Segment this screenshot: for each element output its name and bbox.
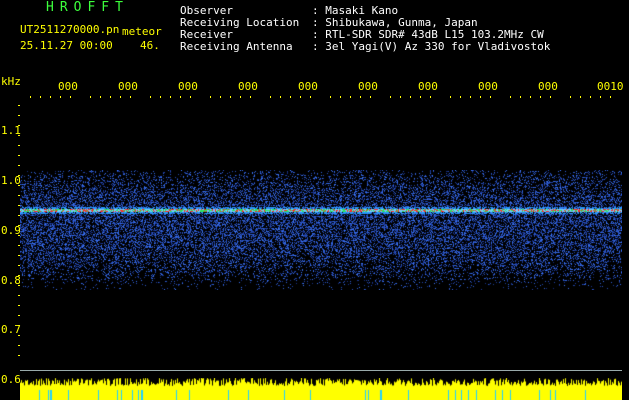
x-tick-label: 000 — [298, 80, 318, 93]
tick-mark — [340, 96, 341, 98]
x-tick-label: 000 — [58, 80, 78, 93]
tick-mark — [510, 96, 511, 98]
tick-mark — [18, 315, 20, 316]
tick-mark — [540, 96, 541, 98]
tick-mark — [18, 325, 20, 326]
tick-mark — [370, 96, 371, 98]
tick-mark — [18, 165, 20, 166]
x-tick-label: 000 — [238, 80, 258, 93]
tick-mark — [150, 96, 151, 98]
tick-mark — [70, 96, 71, 98]
tick-mark — [470, 96, 471, 98]
tick-mark — [170, 96, 171, 98]
tick-mark — [600, 96, 601, 98]
intensity-bar — [20, 378, 622, 400]
tick-mark — [110, 96, 111, 98]
tick-mark — [240, 96, 241, 98]
datetime-label: 25.11.27 00:00 — [20, 39, 113, 52]
tick-mark — [300, 96, 301, 98]
antenna-value: : 3el Yagi(V) Az 330 for Vladivostok — [312, 40, 551, 53]
tick-mark — [120, 96, 121, 98]
x-tick-label: 000 — [358, 80, 378, 93]
tick-mark — [450, 96, 451, 98]
tick-mark — [580, 96, 581, 98]
tick-mark — [18, 115, 20, 116]
tick-mark — [18, 305, 20, 306]
tick-mark — [60, 96, 61, 98]
tick-mark — [520, 96, 521, 98]
tick-mark — [18, 125, 20, 126]
tick-mark — [18, 135, 20, 136]
tick-mark — [18, 155, 20, 156]
filename-label: UT2511270000.pn — [20, 23, 120, 36]
axis-unit-label: kHz — [1, 75, 21, 88]
tick-mark — [400, 96, 401, 98]
baseline-divider — [20, 370, 622, 371]
tick-mark — [430, 96, 431, 98]
spectrogram — [20, 170, 622, 290]
tick-mark — [18, 295, 20, 296]
tick-mark — [50, 96, 51, 98]
tick-mark — [410, 96, 411, 98]
tick-mark — [310, 96, 311, 98]
tick-mark — [290, 96, 291, 98]
tick-mark — [40, 96, 41, 98]
tick-mark — [210, 96, 211, 98]
x-tick-label: 000 — [478, 80, 498, 93]
tick-mark — [490, 96, 491, 98]
tick-mark — [360, 96, 361, 98]
tick-mark — [330, 96, 331, 98]
meteor-count: 46. — [140, 39, 160, 52]
tick-mark — [160, 96, 161, 98]
x-tick-label: 000 — [118, 80, 138, 93]
meteor-label: meteor — [122, 25, 162, 38]
tick-mark — [90, 96, 91, 98]
tick-mark — [18, 355, 20, 356]
tick-mark — [550, 96, 551, 98]
tick-mark — [180, 96, 181, 98]
tick-mark — [230, 96, 231, 98]
tick-mark — [530, 96, 531, 98]
tick-mark — [30, 96, 31, 98]
x-tick-label: 000 — [178, 80, 198, 93]
tick-mark — [18, 145, 20, 146]
tick-mark — [570, 96, 571, 98]
tick-mark — [250, 96, 251, 98]
tick-mark — [350, 96, 351, 98]
tick-mark — [130, 96, 131, 98]
x-tick-label: 0010 — [597, 80, 624, 93]
tick-mark — [420, 96, 421, 98]
tick-mark — [460, 96, 461, 98]
tick-mark — [280, 96, 281, 98]
app-logo: HROFFT — [46, 0, 129, 15]
tick-mark — [390, 96, 391, 98]
tick-mark — [270, 96, 271, 98]
x-tick-label: 000 — [418, 80, 438, 93]
y-tick-label: 0.6 — [1, 373, 21, 386]
tick-mark — [100, 96, 101, 98]
tick-mark — [480, 96, 481, 98]
x-tick-label: 000 — [538, 80, 558, 93]
tick-mark — [610, 96, 611, 98]
tick-mark — [18, 105, 20, 106]
tick-mark — [190, 96, 191, 98]
antenna-label: Receiving Antenna — [180, 40, 293, 53]
tick-mark — [590, 96, 591, 98]
tick-mark — [18, 335, 20, 336]
tick-mark — [220, 96, 221, 98]
tick-mark — [18, 345, 20, 346]
